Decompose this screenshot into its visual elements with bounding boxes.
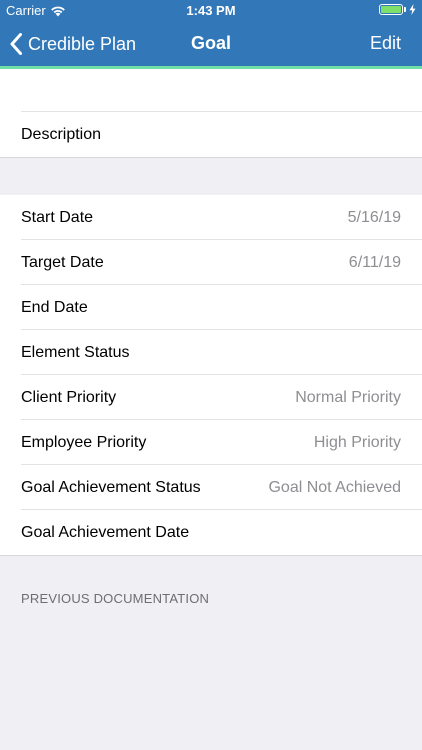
detail-value: Normal Priority: [295, 388, 401, 406]
page-title: Goal: [190, 33, 231, 53]
description-row[interactable]: Description: [0, 112, 422, 157]
detail-label: Employee Priority: [21, 433, 147, 451]
battery-tip: [404, 7, 406, 12]
status-bar: Carrier 1:43 PM: [0, 0, 422, 22]
previous-documentation-header: PREVIOUS DOCUMENTATION: [21, 591, 210, 606]
detail-row-client-priority[interactable]: Client Priority Normal Priority: [0, 375, 422, 420]
detail-row-goal-achievement-date[interactable]: Goal Achievement Date: [0, 510, 422, 555]
detail-label: Element Status: [21, 343, 130, 361]
detail-label: Goal Achievement Date: [21, 523, 190, 541]
empty-row[interactable]: [0, 69, 422, 112]
detail-row-element-status[interactable]: Element Status: [0, 330, 422, 375]
battery-indicator: [379, 4, 416, 15]
detail-value: 6/11/19: [348, 253, 401, 271]
detail-row-employee-priority[interactable]: Employee Priority High Priority: [0, 420, 422, 465]
goal-screen: Carrier 1:43 PM Credible Plan Goal Edit …: [0, 0, 422, 750]
section-bottom-border: [0, 555, 422, 556]
detail-label: End Date: [21, 298, 88, 316]
detail-label: Start Date: [21, 208, 94, 226]
battery-icon: [379, 4, 403, 15]
detail-label: Target Date: [21, 253, 104, 271]
status-time: 1:43 PM: [186, 3, 236, 18]
detail-value: 5/16/19: [347, 208, 401, 226]
section-bottom-border: [0, 157, 422, 158]
detail-row-end-date[interactable]: End Date: [0, 285, 422, 330]
battery-fill: [381, 6, 401, 13]
detail-value: Goal Not Achieved: [268, 478, 401, 496]
description-section: Description: [0, 69, 422, 158]
charging-bolt-icon: [409, 4, 416, 15]
details-section: Start Date 5/16/19 Target Date 6/11/19 E…: [0, 195, 422, 556]
detail-label: Client Priority: [21, 388, 117, 406]
detail-row-target-date[interactable]: Target Date 6/11/19: [0, 240, 422, 285]
detail-row-start-date[interactable]: Start Date 5/16/19: [0, 195, 422, 240]
description-label: Description: [21, 125, 102, 143]
edit-button[interactable]: Edit: [370, 33, 401, 54]
detail-label: Goal Achievement Status: [21, 478, 201, 496]
top-bar: Carrier 1:43 PM Credible Plan Goal Edit: [0, 0, 422, 66]
detail-row-goal-achievement-status[interactable]: Goal Achievement Status Goal Not Achieve…: [0, 465, 422, 510]
navigation-bar: Credible Plan Goal Edit: [0, 22, 422, 66]
detail-value: High Priority: [313, 433, 401, 451]
